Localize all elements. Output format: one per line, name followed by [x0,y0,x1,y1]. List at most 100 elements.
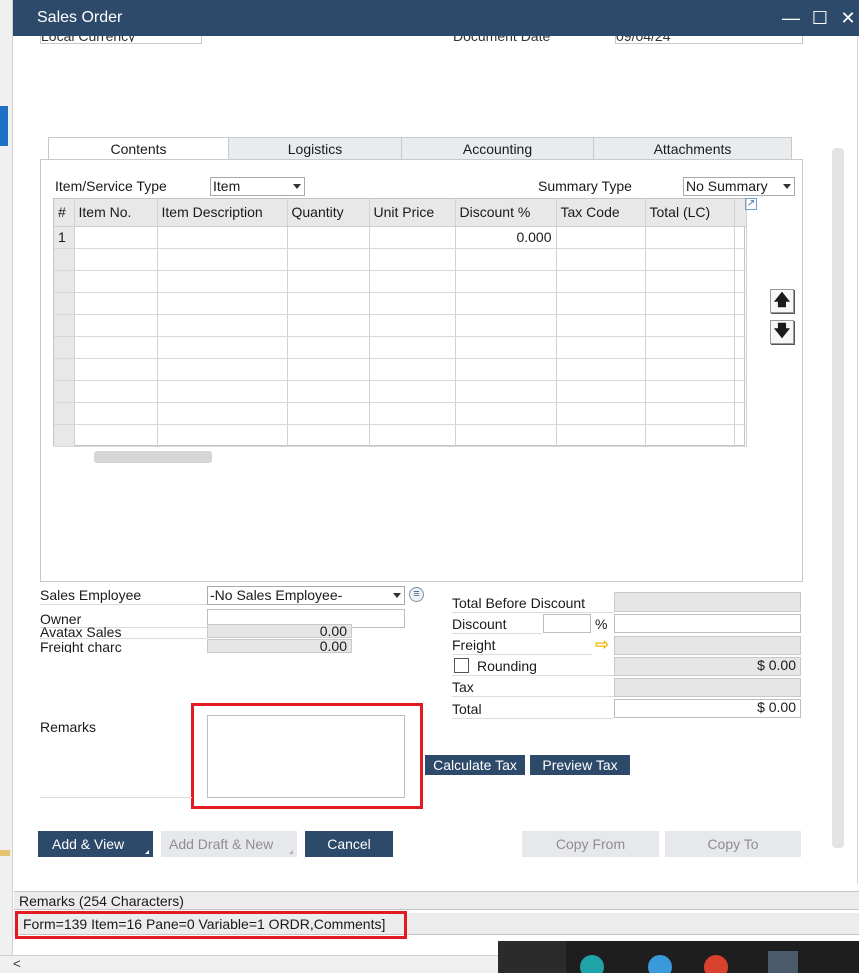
form-vertical-scrollbar[interactable] [832,148,844,848]
window-title-bar[interactable]: Sales Order — ☐ ✕ [13,0,859,36]
table-row[interactable] [54,336,747,359]
table-row[interactable] [54,380,747,403]
table-row[interactable] [54,248,747,271]
rounding-checkbox[interactable] [454,658,469,673]
cell-discount-percent[interactable] [455,402,557,425]
maximize-icon[interactable]: ☐ [808,6,832,30]
cell-item-description[interactable] [157,336,288,359]
cell-item-description[interactable] [157,314,288,337]
copy-to-button[interactable]: Copy To [665,831,801,857]
document-date-field[interactable]: 09/04/24 [615,36,803,44]
cell-unit-price[interactable] [369,358,456,381]
cell-discount-percent[interactable] [455,292,557,315]
sales-employee-select[interactable]: -No Sales Employee- [207,586,405,605]
cell-unit-price[interactable] [369,292,456,315]
col-header-item-description[interactable]: Item Description [157,199,288,227]
items-grid[interactable]: # Item No. Item Description Quantity Uni… [53,198,747,447]
cell-quantity[interactable] [287,380,370,403]
cell-unit-price[interactable] [369,424,456,447]
cell-discount-percent[interactable] [455,270,557,293]
cell-total-lc[interactable] [645,292,735,315]
discount-percent-field[interactable] [543,614,591,633]
add-view-button[interactable]: Add & View [38,831,153,857]
col-header-discount-percent[interactable]: Discount % [455,199,557,227]
cell-tax-code[interactable] [556,314,646,337]
add-draft-new-button[interactable]: Add Draft & New [161,831,297,857]
list-icon[interactable]: ≡ [409,587,424,602]
remarks-textarea[interactable] [207,715,405,798]
cell-total-lc[interactable] [645,402,735,425]
cell-discount-percent[interactable] [455,314,557,337]
local-currency-field[interactable]: Local Currency [40,36,202,44]
cell-total-lc[interactable] [645,358,735,381]
taskbar-app-icon[interactable] [580,955,604,973]
cell-item-no[interactable] [74,336,158,359]
cell-tax-code[interactable] [556,336,646,359]
cell-quantity[interactable] [287,424,370,447]
table-row[interactable] [54,358,747,381]
cell-quantity[interactable] [287,292,370,315]
cell-tax-code[interactable] [556,358,646,381]
col-header-row-number[interactable]: # [54,199,75,227]
cell-discount-percent[interactable] [455,248,557,271]
cell-unit-price[interactable] [369,226,456,249]
cell-total-lc[interactable] [645,314,735,337]
cell-total-lc[interactable] [645,248,735,271]
col-header-quantity[interactable]: Quantity [287,199,370,227]
table-row[interactable] [54,270,747,293]
cell-item-description[interactable] [157,402,288,425]
cell-total-lc[interactable] [645,226,735,249]
tab-attachments[interactable]: Attachments [593,137,792,160]
cell-item-description[interactable] [157,248,288,271]
cell-tax-code[interactable] [556,380,646,403]
cell-item-no[interactable] [74,314,158,337]
cell-item-no[interactable] [74,248,158,271]
cell-quantity[interactable] [287,402,370,425]
table-row[interactable]: 1 0.000 [54,226,747,249]
cell-item-no[interactable] [74,358,158,381]
col-header-total-lc[interactable]: Total (LC) [645,199,735,227]
cell-unit-price[interactable] [369,314,456,337]
cell-item-description[interactable] [157,380,288,403]
item-service-type-select[interactable]: Item [210,177,305,196]
move-row-up-button[interactable]: 🡅 [770,289,794,313]
cell-item-description[interactable] [157,424,288,447]
cell-item-description[interactable] [157,270,288,293]
cell-tax-code[interactable] [556,270,646,293]
cell-total-lc[interactable] [645,270,735,293]
freight-arrow-icon[interactable]: ⇨ [595,636,609,654]
cell-item-no[interactable] [74,292,158,315]
cell-item-no[interactable] [74,270,158,293]
cell-discount-percent[interactable] [455,336,557,359]
cell-total-lc[interactable] [645,380,735,403]
cell-quantity[interactable] [287,248,370,271]
cell-total-lc[interactable] [645,424,735,447]
cell-unit-price[interactable] [369,380,456,403]
table-row[interactable] [54,314,747,337]
tab-contents[interactable]: Contents [48,137,229,161]
cell-item-no[interactable] [74,424,158,447]
copy-from-button[interactable]: Copy From [522,831,659,857]
cell-quantity[interactable] [287,358,370,381]
cell-unit-price[interactable] [369,336,456,359]
cell-tax-code[interactable] [556,402,646,425]
cell-unit-price[interactable] [369,402,456,425]
taskbar-app-icon[interactable] [648,955,672,973]
cell-tax-code[interactable] [556,226,646,249]
taskbar-app-icon[interactable] [704,955,728,973]
cell-discount-percent[interactable] [455,358,557,381]
close-icon[interactable]: ✕ [836,6,859,30]
tab-accounting[interactable]: Accounting [401,137,594,160]
taskbar-item[interactable] [498,941,566,973]
col-header-item-no[interactable]: Item No. [74,199,158,227]
tab-logistics[interactable]: Logistics [228,137,402,160]
cell-item-no[interactable] [74,380,158,403]
cell-discount-percent[interactable] [455,424,557,447]
cell-item-description[interactable] [157,226,288,249]
move-row-down-button[interactable]: 🡇 [770,320,794,344]
cell-tax-code[interactable] [556,248,646,271]
background-horizontal-scrollbar[interactable]: < [0,955,498,973]
minimize-icon[interactable]: — [779,6,803,30]
cell-item-no[interactable] [74,226,158,249]
cell-unit-price[interactable] [369,270,456,293]
